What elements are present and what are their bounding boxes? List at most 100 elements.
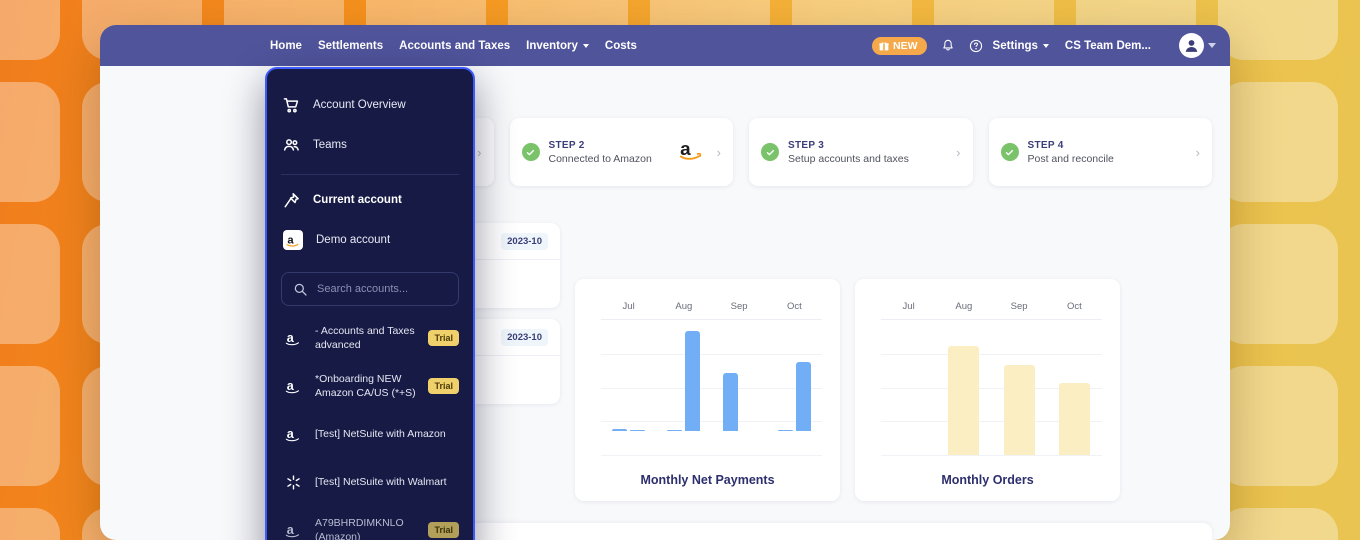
step-text: STEP 3 Setup accounts and taxes xyxy=(788,140,956,165)
amazon-icon: a xyxy=(283,378,303,395)
bell-icon xyxy=(942,39,953,50)
date-badge: 2023-10 xyxy=(501,329,548,346)
dropdown-divider xyxy=(281,174,459,175)
nav-team-label: CS Team Dem... xyxy=(1064,39,1151,52)
search-accounts-input[interactable]: Search accounts... xyxy=(281,272,459,306)
step-card-2[interactable]: STEP 2 Connected to Amazon a › xyxy=(509,118,733,186)
chart-card-monthly-orders[interactable]: Jul Aug Sep Oct Monthly Orders xyxy=(855,279,1120,501)
nav-settings-label: Settings xyxy=(992,39,1038,52)
account-list-item[interactable]: a A79BHRDIMKNLO (Amazon) Trial xyxy=(267,506,473,540)
trial-badge: Trial xyxy=(428,378,459,394)
account-list-item[interactable]: a - Accounts and Taxes advanced Trial xyxy=(267,314,473,362)
check-icon xyxy=(521,143,540,161)
walmart-icon xyxy=(283,474,303,491)
step-number: STEP 2 xyxy=(548,139,585,151)
x-tick-label: Sep xyxy=(730,301,748,312)
svg-text:a: a xyxy=(287,523,295,537)
dropdown-item-label: Teams xyxy=(313,139,347,151)
step-caption: Connected to Amazon xyxy=(548,152,652,165)
dropdown-current-account-label: Demo account xyxy=(316,234,391,246)
trial-badge: Trial xyxy=(428,522,459,538)
chevron-right-icon: › xyxy=(1195,144,1200,160)
bar xyxy=(630,429,646,431)
bar-slot-jul xyxy=(881,320,936,455)
trial-badge: Trial xyxy=(428,330,459,346)
users-icon xyxy=(283,138,299,151)
bar-slot-oct xyxy=(767,320,822,431)
amazon-icon: a xyxy=(283,426,303,443)
step-number: STEP 3 xyxy=(788,139,825,151)
chevron-down-icon xyxy=(582,43,589,48)
gridline xyxy=(881,455,1102,456)
chart-card-monthly-net-payments[interactable]: Jul Aug Sep Oct Monthly Net Payments xyxy=(575,279,840,501)
app-window: Home Settlements Accounts and Taxes Inve… xyxy=(100,25,1230,540)
nav-link-label: Costs xyxy=(604,39,637,52)
account-list[interactable]: a - Accounts and Taxes advanced Trial a … xyxy=(267,314,473,540)
nav-team-menu[interactable]: CS Team Dem... xyxy=(1065,40,1151,52)
bar xyxy=(777,429,793,431)
question-circle-icon xyxy=(969,39,982,52)
background-tile xyxy=(0,508,60,540)
bar xyxy=(722,373,738,431)
step-caption: Setup accounts and taxes xyxy=(788,152,909,165)
account-switcher-dropdown: Account Overview Teams Current account a xyxy=(265,67,475,540)
user-menu[interactable] xyxy=(1179,33,1216,58)
date-badge: 2023-10 xyxy=(501,233,548,250)
background-tile xyxy=(1218,508,1338,540)
chevron-down-icon xyxy=(1042,43,1049,48)
dropdown-section-current-account: Current account xyxy=(267,180,473,220)
help-button[interactable] xyxy=(965,35,987,57)
chart-bars-region xyxy=(601,319,822,456)
x-tick-label: Sep xyxy=(1010,301,1028,312)
account-name: *Onboarding NEW Amazon CA/US (*+S) xyxy=(315,373,416,399)
account-name: - Accounts and Taxes advanced xyxy=(315,325,415,351)
dropdown-item-teams[interactable]: Teams xyxy=(267,125,473,165)
nav-link-label: Home xyxy=(270,39,302,52)
new-features-badge[interactable]: NEW xyxy=(872,36,927,55)
new-badge-label: NEW xyxy=(893,39,918,52)
nav-link-inventory[interactable]: Inventory xyxy=(526,40,589,52)
nav-link-home[interactable]: Home xyxy=(270,40,302,52)
dropdown-item-account-overview[interactable]: Account Overview xyxy=(267,85,473,125)
background-tile xyxy=(0,366,60,486)
nav-link-costs[interactable]: Costs xyxy=(605,40,637,52)
step-text: STEP 2 Connected to Amazon xyxy=(549,140,671,165)
nav-link-accounts-and-taxes[interactable]: Accounts and Taxes xyxy=(399,40,510,52)
chevron-right-icon: › xyxy=(716,144,721,160)
background-tile xyxy=(0,0,60,60)
x-tick-label: Aug xyxy=(675,301,693,312)
dropdown-current-account[interactable]: a Demo account xyxy=(267,220,473,260)
step-card-4[interactable]: STEP 4 Post and reconcile › xyxy=(988,118,1212,186)
svg-text:a: a xyxy=(287,427,295,441)
chart-title: Monthly Net Payments xyxy=(640,473,775,487)
background-tile xyxy=(1218,224,1338,344)
background-tile xyxy=(1218,366,1338,486)
account-list-item[interactable]: a *Onboarding NEW Amazon CA/US (*+S) Tri… xyxy=(267,362,473,410)
notifications-button[interactable] xyxy=(937,35,959,57)
background-tile xyxy=(1218,0,1338,60)
nav-link-label: Accounts and Taxes xyxy=(399,39,511,52)
nav-link-label: Inventory xyxy=(526,39,578,52)
step-card-3[interactable]: STEP 3 Setup accounts and taxes › xyxy=(749,118,973,186)
bar-slot-sep xyxy=(712,320,767,431)
nav-settings-menu[interactable]: Settings xyxy=(993,40,1049,52)
chevron-right-icon: › xyxy=(477,144,482,160)
dropdown-section-label: Current account xyxy=(313,194,402,206)
dropdown-item-label: Account Overview xyxy=(313,99,406,111)
bar xyxy=(685,331,701,431)
account-name: A79BHRDIMKNLO (Amazon) xyxy=(315,517,404,540)
chart-bars-region xyxy=(881,319,1102,456)
search-icon xyxy=(294,283,307,296)
account-list-item[interactable]: [Test] NetSuite with Walmart xyxy=(267,458,473,506)
bar xyxy=(795,362,811,431)
avatar xyxy=(1179,33,1204,58)
bar-slot-aug xyxy=(936,320,991,455)
account-list-item[interactable]: a [Test] NetSuite with Amazon xyxy=(267,410,473,458)
background-tile xyxy=(0,82,60,202)
bar xyxy=(667,429,683,431)
x-tick-label: Jul xyxy=(902,301,915,312)
nav-link-settlements[interactable]: Settlements xyxy=(318,40,383,52)
chevron-down-icon xyxy=(1208,43,1216,48)
bar-group xyxy=(881,320,1102,455)
bar-group xyxy=(601,320,822,431)
